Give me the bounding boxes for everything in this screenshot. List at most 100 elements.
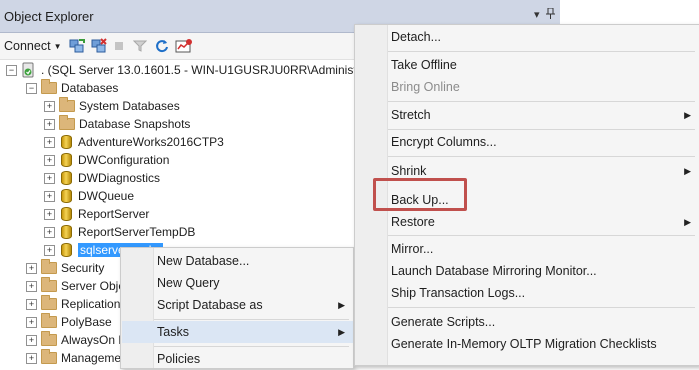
menu-separator — [388, 101, 695, 102]
menu-item-detach[interactable]: Detach... — [388, 26, 699, 48]
tree-node-polybase[interactable]: + PolyBase — [26, 313, 112, 331]
connect-icon[interactable] — [69, 37, 85, 55]
tree-node-database[interactable]: + DWDiagnostics — [44, 169, 160, 187]
expand-icon[interactable]: + — [44, 190, 55, 202]
expand-icon[interactable]: + — [26, 352, 37, 364]
menu-item-generate-oltp-checklists[interactable]: Generate In-Memory OLTP Migration Checkl… — [388, 333, 699, 355]
activity-monitor-icon[interactable] — [175, 37, 193, 55]
tree-node-database[interactable]: + AdventureWorks2016CTP3 — [44, 133, 224, 151]
menu-item-mirror[interactable]: Mirror... — [388, 238, 699, 260]
pin-icon[interactable] — [546, 7, 555, 22]
tree-node-label: Manageme — [61, 351, 122, 365]
submenu-arrow-icon: ▶ — [338, 299, 345, 310]
expand-icon[interactable]: + — [44, 136, 55, 148]
tree-node-database[interactable]: + DWQueue — [44, 187, 134, 205]
menu-item-new-database[interactable]: New Database... — [154, 250, 353, 272]
expand-icon[interactable]: + — [44, 244, 55, 256]
menu-item-restore[interactable]: Restore ▶ — [388, 211, 699, 233]
tree-node-database[interactable]: + DWConfiguration — [44, 151, 169, 169]
tree-node-alwayson[interactable]: + AlwaysOn H — [26, 331, 127, 349]
menu-separator — [388, 156, 695, 157]
menu-item-label: Generate In-Memory OLTP Migration Checkl… — [391, 337, 657, 351]
expand-icon[interactable]: + — [26, 316, 37, 328]
expand-icon[interactable]: + — [26, 334, 37, 346]
menu-item-ship-transaction-logs[interactable]: Ship Transaction Logs... — [388, 282, 699, 304]
tree-node-server[interactable]: − . (SQL Server 13.0.1601.5 - WIN-U1GUSR… — [6, 61, 377, 79]
menu-item-label: Script Database as — [157, 298, 263, 312]
menu-item-bring-online: Bring Online — [388, 76, 699, 98]
folder-icon — [59, 97, 75, 112]
expand-icon[interactable]: + — [44, 208, 55, 220]
expand-icon[interactable]: + — [26, 280, 37, 292]
menu-item-label: Bring Online — [391, 80, 460, 94]
database-context-menu: New Database... New Query Script Databas… — [120, 247, 354, 369]
expand-icon[interactable]: + — [44, 100, 55, 112]
tree-node-management[interactable]: + Manageme — [26, 349, 121, 367]
submenu-arrow-icon: ▶ — [684, 216, 691, 227]
back-up-highlight-box — [373, 178, 467, 211]
menu-separator — [154, 319, 349, 320]
expand-icon[interactable]: + — [44, 172, 55, 184]
menu-item-label: Ship Transaction Logs... — [391, 286, 526, 300]
database-icon — [61, 153, 72, 167]
tree-node-databases[interactable]: − Databases — [26, 79, 118, 97]
tree-node-database[interactable]: + ReportServerTempDB — [44, 223, 195, 241]
tree-node-server-objects[interactable]: + Server Obje — [26, 277, 125, 295]
tree-node-database[interactable]: + ReportServer — [44, 205, 149, 223]
folder-icon — [41, 349, 57, 364]
folder-icon — [41, 313, 57, 328]
folder-icon — [41, 295, 57, 310]
collapse-icon[interactable]: − — [26, 82, 37, 94]
menu-item-label: Encrypt Columns... — [391, 135, 497, 149]
tree-node-replication[interactable]: + Replication — [26, 295, 120, 313]
menu-item-label: Tasks — [157, 325, 189, 339]
menu-item-label: Generate Scripts... — [391, 315, 496, 329]
folder-icon — [41, 259, 57, 274]
server-icon — [21, 62, 35, 78]
menu-separator — [388, 129, 695, 130]
tree-node-label: Security — [61, 261, 105, 275]
menu-item-take-offline[interactable]: Take Offline — [388, 54, 699, 76]
menu-item-label: Restore — [391, 215, 435, 229]
menu-item-label: Stretch — [391, 108, 431, 122]
server-label: . (SQL Server 13.0.1601.5 - WIN-U1GUSRJU… — [41, 63, 378, 77]
tree-node-label: Database Snapshots — [79, 117, 191, 131]
dropdown-icon[interactable]: ▾ — [534, 8, 540, 21]
menu-item-label: Take Offline — [391, 58, 457, 72]
tree-node-label: AdventureWorks2016CTP3 — [78, 135, 224, 149]
menu-item-label: Mirror... — [391, 242, 434, 256]
folder-icon — [41, 277, 57, 292]
tree-node-database-snapshots[interactable]: + Database Snapshots — [44, 115, 190, 133]
tree-node-label: ReportServerTempDB — [78, 225, 196, 239]
refresh-icon[interactable] — [155, 37, 169, 55]
menu-item-tasks[interactable]: Tasks ▶ — [122, 321, 353, 343]
menu-item-script-database-as[interactable]: Script Database as ▶ — [154, 294, 353, 316]
disconnect-icon[interactable] — [91, 37, 107, 55]
menu-item-stretch[interactable]: Stretch ▶ — [388, 104, 699, 126]
collapse-icon[interactable]: − — [6, 64, 17, 76]
menu-separator — [388, 235, 695, 236]
expand-icon[interactable]: + — [44, 154, 55, 166]
tree-node-system-databases[interactable]: + System Databases — [44, 97, 180, 115]
menu-item-policies[interactable]: Policies — [154, 348, 353, 370]
tree-node-security[interactable]: + Security — [26, 259, 104, 277]
menu-item-generate-scripts[interactable]: Generate Scripts... — [388, 311, 699, 333]
menu-gutter — [121, 248, 154, 368]
menu-item-launch-mirroring-monitor[interactable]: Launch Database Mirroring Monitor... — [388, 260, 699, 282]
menu-separator — [154, 346, 349, 347]
submenu-arrow-icon: ▶ — [338, 326, 345, 337]
database-icon — [61, 225, 72, 239]
expand-icon[interactable]: + — [44, 118, 55, 130]
filter-icon[interactable] — [133, 37, 147, 55]
connect-button[interactable]: Connect ▼ — [4, 37, 61, 55]
menu-item-encrypt-columns[interactable]: Encrypt Columns... — [388, 131, 699, 153]
database-icon — [61, 171, 72, 185]
stop-icon[interactable] — [113, 37, 125, 55]
menu-item-new-query[interactable]: New Query — [154, 272, 353, 294]
expand-icon[interactable]: + — [26, 298, 37, 310]
expand-icon[interactable]: + — [26, 262, 37, 274]
databases-label: Databases — [61, 81, 119, 95]
submenu-arrow-icon: ▶ — [684, 165, 691, 176]
tree-node-label: DWConfiguration — [78, 153, 170, 167]
expand-icon[interactable]: + — [44, 226, 55, 238]
